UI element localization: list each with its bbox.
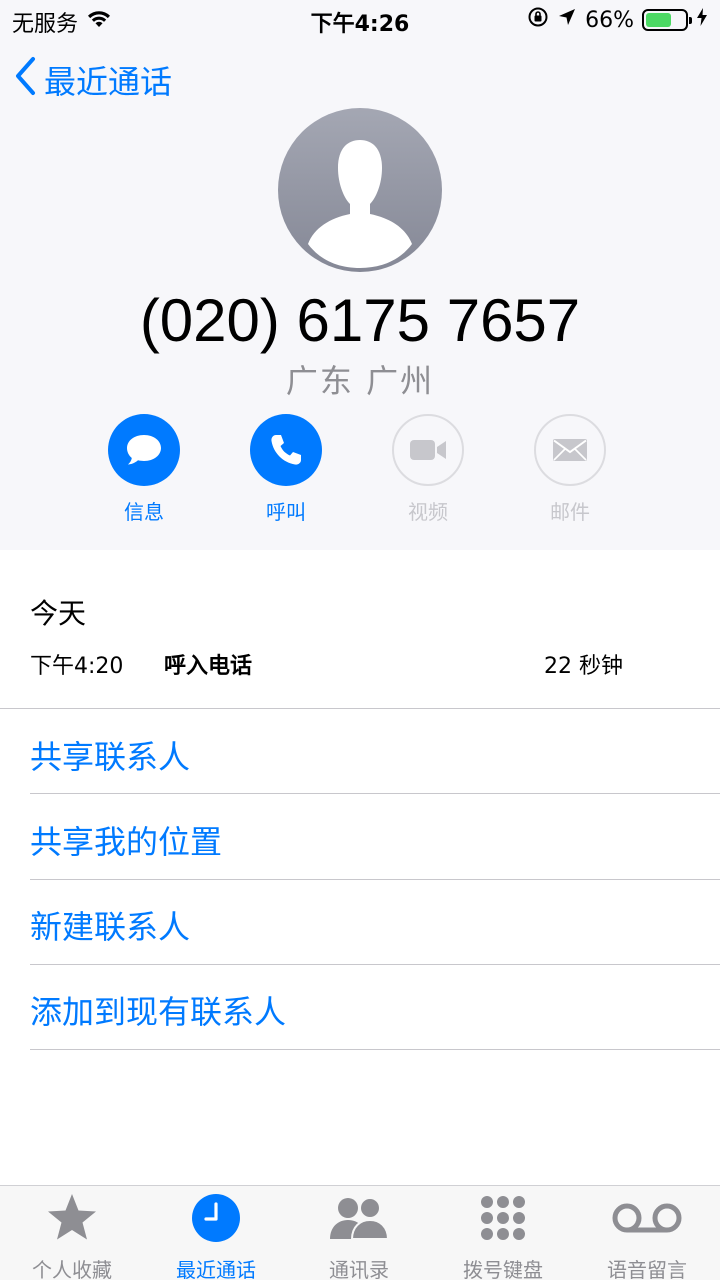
chevron-left-icon (14, 56, 36, 104)
tab-favorites[interactable]: 个人收藏 (7, 1186, 137, 1280)
star-icon (48, 1194, 96, 1240)
tab-voicemail[interactable]: 语音留言 (582, 1186, 712, 1280)
tab-keypad[interactable]: 拨号键盘 (438, 1186, 568, 1280)
battery-fill (646, 13, 672, 27)
battery-percent: 66% (585, 7, 634, 33)
clock-icon (192, 1194, 240, 1242)
location-arrow-icon (557, 7, 577, 33)
message-button[interactable]: 信息 (108, 414, 180, 525)
mail-circle (534, 414, 606, 486)
share-contact-button[interactable]: 共享联系人 (30, 732, 190, 778)
avatar (278, 108, 442, 272)
status-bar: 无服务 下午4:26 66% (0, 0, 720, 40)
mail-icon (553, 439, 587, 461)
phone-number: (020) 6175 7657 (139, 287, 581, 354)
tab-contacts[interactable]: 通讯录 (294, 1186, 424, 1280)
call-button[interactable]: 呼叫 (250, 414, 322, 525)
mail-button[interactable]: 邮件 (534, 414, 606, 525)
keypad-icon (481, 1196, 525, 1240)
section-divider (0, 708, 720, 709)
call-label: 呼叫 (266, 500, 306, 524)
person-silhouette-icon (308, 140, 412, 268)
tab-bar: 个人收藏 最近通话 通讯录 拨号键盘 语音留言 (0, 1185, 720, 1280)
option-divider (30, 1049, 720, 1050)
share-location-button[interactable]: 共享我的位置 (30, 817, 222, 863)
mail-label: 邮件 (550, 500, 590, 524)
option-divider (30, 879, 720, 880)
message-icon (127, 435, 161, 465)
video-button[interactable]: 视频 (392, 414, 464, 525)
voicemail-icon (612, 1203, 682, 1233)
tab-label: 最近通话 (176, 1258, 256, 1280)
option-divider (30, 793, 720, 794)
tab-label: 个人收藏 (32, 1258, 112, 1280)
tab-label: 拨号键盘 (463, 1258, 543, 1280)
new-contact-button[interactable]: 新建联系人 (30, 902, 190, 948)
action-buttons: 信息 呼叫 视频 邮件 (108, 414, 606, 525)
battery-icon (642, 9, 692, 31)
tab-label: 语音留言 (607, 1258, 687, 1280)
call-history-day: 今天 (30, 597, 87, 630)
tab-label: 通讯录 (329, 1258, 389, 1280)
call-type: 呼入电话 (164, 654, 253, 679)
option-divider (30, 964, 720, 965)
phone-icon (271, 435, 301, 465)
back-button[interactable]: 最近通话 (14, 56, 172, 104)
video-label: 视频 (408, 500, 448, 524)
status-right: 66% (527, 6, 708, 34)
contacts-icon (330, 1197, 390, 1240)
tab-recents[interactable]: 最近通话 (151, 1186, 281, 1280)
call-circle (250, 414, 322, 486)
message-label: 信息 (124, 500, 164, 524)
call-duration: 22 秒钟 (544, 654, 623, 679)
call-time: 下午4:20 (30, 654, 124, 679)
orientation-lock-icon (527, 6, 549, 34)
add-to-existing-contact-button[interactable]: 添加到现有联系人 (30, 987, 286, 1033)
caller-location: 广东 广州 (285, 362, 435, 400)
video-circle (392, 414, 464, 486)
video-icon (410, 440, 446, 460)
message-circle (108, 414, 180, 486)
charging-icon (696, 7, 708, 33)
back-label: 最近通话 (44, 63, 173, 101)
